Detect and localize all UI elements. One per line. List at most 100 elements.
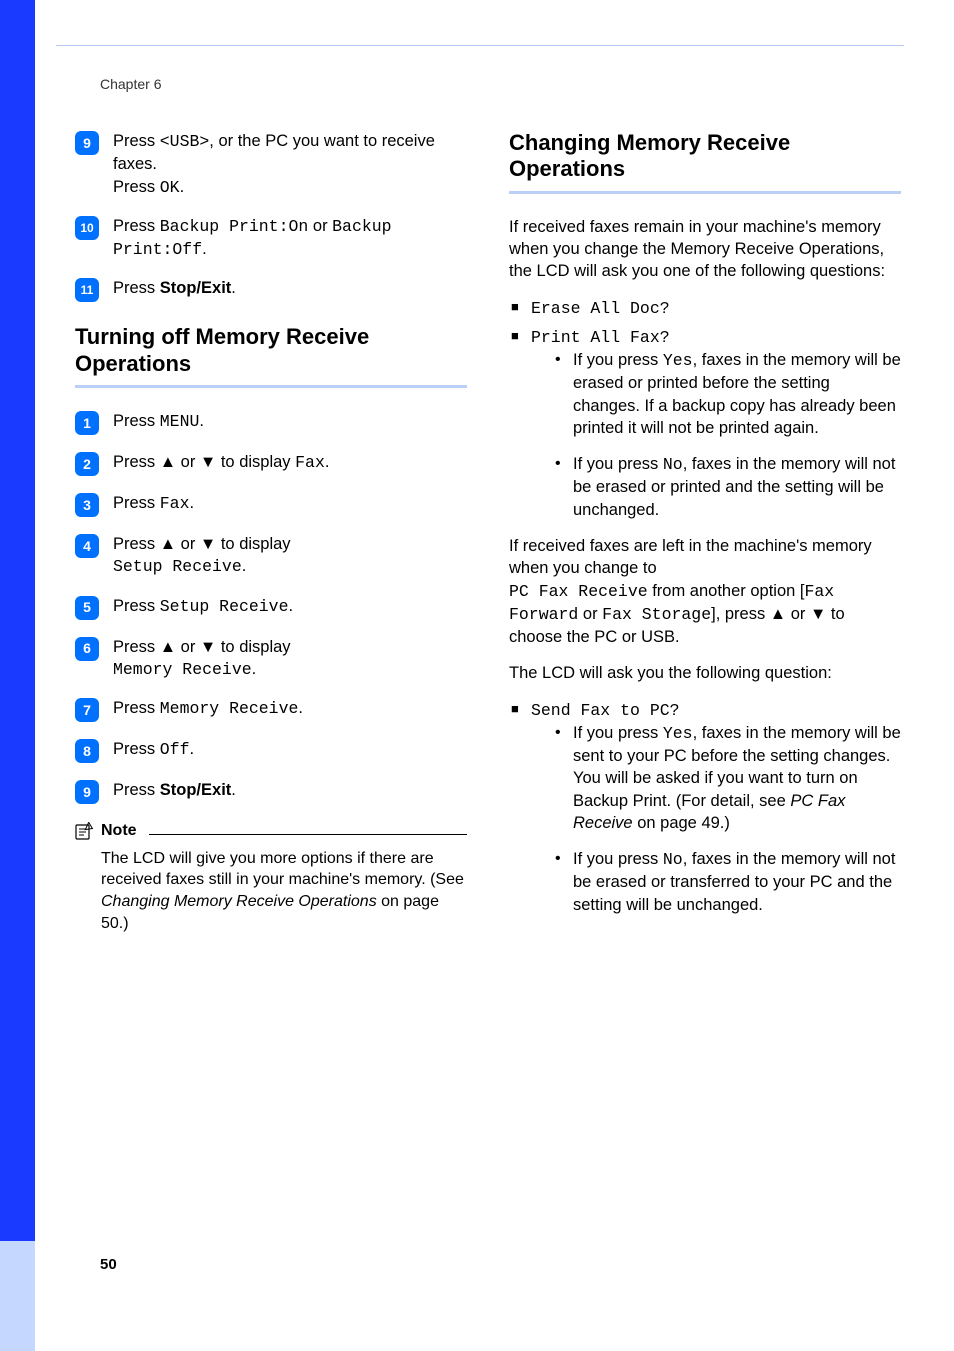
- text: .: [231, 279, 236, 297]
- step-6: 6 Press ▲ or ▼ to display Memory Receive…: [75, 636, 467, 682]
- text: If received faxes are left in the machin…: [509, 537, 872, 577]
- step-number-icon: 1: [75, 411, 99, 435]
- code-text: Yes: [663, 724, 693, 743]
- left-column: 9 Press <USB>, or the PC you want to rec…: [75, 130, 467, 934]
- text: or: [583, 605, 602, 623]
- list-item: If you press Yes, faxes in the memory wi…: [553, 722, 901, 834]
- step-8: 8 Press Off.: [75, 738, 467, 763]
- list-item: Erase All Doc?: [509, 297, 901, 320]
- step-number-icon: 9: [75, 131, 99, 155]
- note-label: Note: [101, 820, 137, 842]
- chapter-label: Chapter 6: [100, 76, 161, 92]
- step-number-icon: 9: [75, 780, 99, 804]
- step-body: Press Memory Receive.: [113, 697, 467, 722]
- right-column: Changing Memory Receive Operations If re…: [509, 130, 901, 934]
- code-text: Memory Receive: [113, 660, 252, 679]
- paragraph: If received faxes remain in your machine…: [509, 216, 901, 283]
- note-header: Note: [75, 820, 467, 842]
- step-body: Press ▲ or ▼ to display Fax.: [113, 451, 467, 476]
- step-9: 9 Press Stop/Exit.: [75, 779, 467, 804]
- step-number-icon: 6: [75, 637, 99, 661]
- text: Press: [113, 132, 160, 150]
- step-11-prev: 11 Press Stop/Exit.: [75, 277, 467, 302]
- square-list: Send Fax to PC? If you press Yes, faxes …: [509, 699, 901, 916]
- text: If you press: [573, 351, 663, 369]
- text: .: [231, 781, 236, 799]
- list-item: If you press Yes, faxes in the memory wi…: [553, 349, 901, 439]
- note-body: The LCD will give you more options if th…: [101, 848, 467, 934]
- code-text: Fax Storage: [602, 605, 711, 624]
- code-text: Backup Print:On: [160, 217, 309, 236]
- step-3: 3 Press Fax.: [75, 492, 467, 517]
- step-number-icon: 3: [75, 493, 99, 517]
- text: .: [199, 412, 204, 430]
- note-rule: [149, 834, 467, 835]
- code-text: Send Fax to PC?: [531, 701, 680, 720]
- code-text: Setup Receive: [113, 557, 242, 576]
- italic-text: Changing Memory Receive Operations: [101, 893, 377, 910]
- section-heading-turn-off: Turning off Memory Receive Operations: [75, 324, 467, 377]
- section-rule: [509, 191, 901, 194]
- step-number-icon: 2: [75, 452, 99, 476]
- step-body: Press ▲ or ▼ to display Memory Receive.: [113, 636, 467, 682]
- code-text: PC Fax Receive: [509, 582, 648, 601]
- text: If you press: [573, 455, 663, 473]
- step-body: Press Stop/Exit.: [113, 779, 467, 804]
- step-1: 1 Press MENU.: [75, 410, 467, 435]
- code-text: No: [663, 850, 683, 869]
- side-tab-bottom: [0, 1241, 35, 1351]
- code-text: Print All Fax?: [531, 328, 670, 347]
- text: Press ▲ or ▼ to display: [113, 638, 291, 656]
- step-body: Press Fax.: [113, 492, 467, 517]
- step-2: 2 Press ▲ or ▼ to display Fax.: [75, 451, 467, 476]
- step-4: 4 Press ▲ or ▼ to display Setup Receive.: [75, 533, 467, 579]
- text: .: [189, 740, 194, 758]
- list-item: Send Fax to PC? If you press Yes, faxes …: [509, 699, 901, 916]
- list-item: If you press No, faxes in the memory wil…: [553, 453, 901, 521]
- text: Press: [113, 412, 160, 430]
- code-text: Erase All Doc?: [531, 299, 670, 318]
- step-body: Press Backup Print:On or Backup Print:Of…: [113, 215, 467, 262]
- code-text: OK: [160, 178, 180, 197]
- text: Press: [113, 494, 160, 512]
- list-item: Print All Fax? If you press Yes, faxes i…: [509, 326, 901, 521]
- code-text: MENU: [160, 412, 200, 431]
- code-text: Memory Receive: [160, 699, 299, 718]
- text: If you press: [573, 850, 663, 868]
- disc-list: If you press Yes, faxes in the memory wi…: [553, 349, 901, 521]
- code-text: Fax: [160, 494, 190, 513]
- step-body: Press MENU.: [113, 410, 467, 435]
- step-body: Press <USB>, or the PC you want to recei…: [113, 130, 467, 199]
- text: Press: [113, 178, 160, 196]
- code-text: Fax: [295, 453, 325, 472]
- text: Press: [113, 699, 160, 717]
- code-text: Setup Receive: [160, 597, 289, 616]
- section-heading-change: Changing Memory Receive Operations: [509, 130, 901, 183]
- step-7: 7 Press Memory Receive.: [75, 697, 467, 722]
- content: 9 Press <USB>, or the PC you want to rec…: [75, 130, 905, 934]
- step-10-prev: 10 Press Backup Print:On or Backup Print…: [75, 215, 467, 262]
- text: .: [252, 660, 257, 678]
- square-list: Erase All Doc? Print All Fax? If you pre…: [509, 297, 901, 521]
- step-number-icon: 5: [75, 596, 99, 620]
- page-number: 50: [100, 1256, 117, 1273]
- text: .: [325, 453, 330, 471]
- text: Press: [113, 781, 160, 799]
- text: Press ▲ or ▼ to display: [113, 453, 295, 471]
- text: The LCD will give you more options if th…: [101, 850, 464, 889]
- text: on page 49.): [637, 814, 730, 832]
- text: from another option: [652, 582, 800, 600]
- bold-text: Stop/Exit: [160, 279, 232, 297]
- disc-list: If you press Yes, faxes in the memory wi…: [553, 722, 901, 916]
- step-number-icon: 10: [75, 216, 99, 240]
- paragraph: The LCD will ask you the following quest…: [509, 662, 901, 684]
- list-item: If you press No, faxes in the memory wil…: [553, 848, 901, 916]
- paragraph: If received faxes are left in the machin…: [509, 535, 901, 648]
- code-text: No: [663, 455, 683, 474]
- side-tab: [0, 0, 35, 1351]
- step-body: Press Stop/Exit.: [113, 277, 467, 302]
- text: If you press: [573, 724, 663, 742]
- text: Press: [113, 597, 160, 615]
- text: .: [298, 699, 303, 717]
- code-text: <USB>: [160, 132, 210, 151]
